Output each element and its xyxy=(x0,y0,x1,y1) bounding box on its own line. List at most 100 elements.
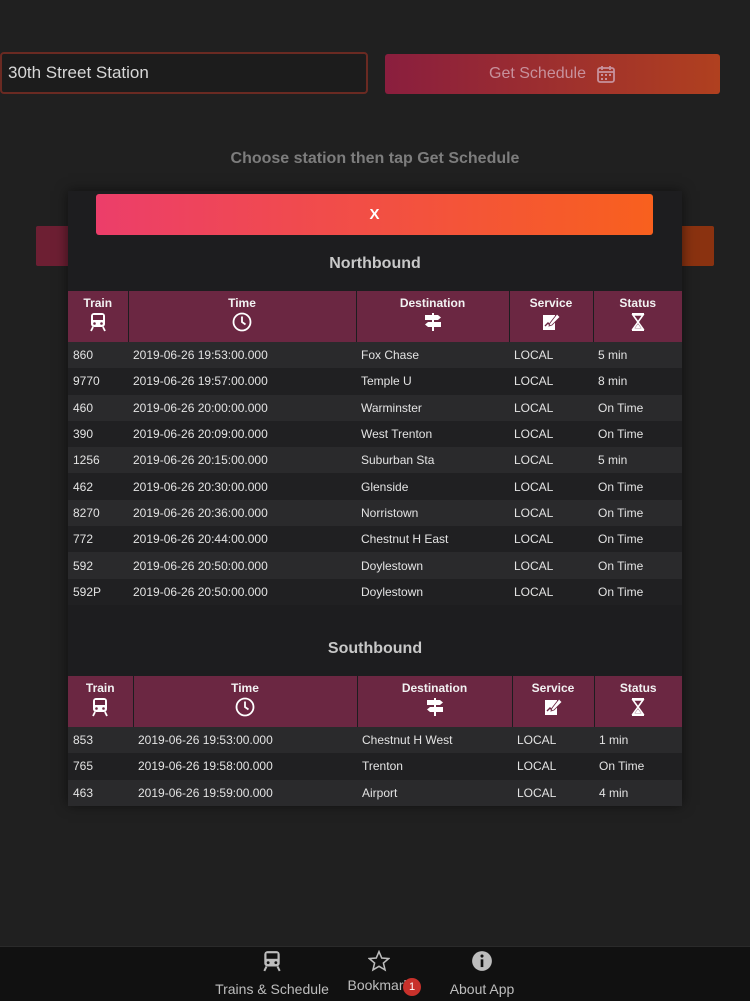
train-number-cell: 463 xyxy=(68,779,133,806)
header-time: Time xyxy=(127,291,356,342)
northbound-title: Northbound xyxy=(329,255,421,272)
train-number-cell: 765 xyxy=(68,753,133,780)
train-number-cell: 460 xyxy=(68,394,128,421)
departure-time-cell: 2019-06-26 20:15:00.000 xyxy=(128,447,356,474)
service-cell: LOCAL xyxy=(509,552,593,579)
destination-cell: Trenton xyxy=(357,753,512,780)
status-cell: 5 min xyxy=(593,447,682,474)
departure-time-cell: 2019-06-26 20:09:00.000 xyxy=(128,420,356,448)
tab-trains-schedule[interactable]: Trains & Schedule xyxy=(212,947,332,1001)
departure-time-cell: 2019-06-26 20:50:00.000 xyxy=(128,578,356,605)
train-number-cell: 853 xyxy=(68,727,133,754)
header-train: Train xyxy=(68,291,128,342)
table-row: 462 2019-06-26 20:30:00.000 Glenside LOCAL O… xyxy=(68,473,682,500)
signpost-icon xyxy=(424,313,441,331)
service-cell: LOCAL xyxy=(509,342,593,369)
header-destination: Destination xyxy=(355,291,509,342)
departure-time-cell: 2019-06-26 20:36:00.000 xyxy=(128,499,356,527)
get-schedule-label: Get Schedule xyxy=(489,65,586,82)
tab-label: Bookmark xyxy=(347,977,411,993)
header-time: Time xyxy=(132,676,357,727)
status-cell: On Time xyxy=(593,499,682,527)
service-cell: LOCAL xyxy=(509,499,593,527)
train-number-cell: 8270 xyxy=(68,499,128,527)
instruction-text: Choose station then tap Get Schedule xyxy=(230,150,520,167)
status-cell: 5 min xyxy=(593,342,682,369)
destination-cell: Temple U xyxy=(356,368,509,395)
departure-time-cell: 2019-06-26 19:57:00.000 xyxy=(128,368,356,395)
status-cell: On Time xyxy=(593,473,682,500)
departure-time-cell: 2019-06-26 20:50:00.000 xyxy=(128,552,356,579)
status-cell: 1 min xyxy=(594,727,682,754)
table-row: 9770 2019-06-26 19:57:00.000 Temple U LOCAL… xyxy=(68,368,682,395)
signpost-icon xyxy=(426,698,443,716)
train-icon xyxy=(89,313,106,332)
destination-cell: West Trenton xyxy=(356,420,509,448)
table-row: 772 2019-06-26 20:44:00.000 Chestnut H Eas… xyxy=(68,526,682,553)
service-cell: LOCAL xyxy=(512,779,594,806)
status-cell: On Time xyxy=(594,753,682,780)
destination-cell: Glenside xyxy=(356,473,509,500)
edit-document-icon xyxy=(545,698,563,715)
tab-label: Trains & Schedule xyxy=(215,981,329,997)
get-schedule-button[interactable]: Get Schedule xyxy=(385,54,720,94)
tab-bookmark[interactable]: Bookmark 1 xyxy=(336,947,422,1001)
background-button-right xyxy=(680,226,714,266)
service-cell: LOCAL xyxy=(509,420,593,448)
clock-icon xyxy=(232,312,252,332)
train-number-cell: 462 xyxy=(68,473,128,500)
close-button[interactable]: X xyxy=(96,194,653,235)
header-train: Train xyxy=(68,676,133,727)
star-icon xyxy=(368,950,390,972)
service-cell: LOCAL xyxy=(509,578,593,605)
schedule-modal: X Northbound Train Time Destination Serv… xyxy=(68,191,682,806)
table-row: 8270 2019-06-26 20:36:00.000 Norristown LOC… xyxy=(68,499,682,527)
destination-cell: Norristown xyxy=(356,499,509,527)
service-cell: LOCAL xyxy=(509,368,593,395)
table-row: 853 2019-06-26 19:53:00.000 Chestnut H Wes… xyxy=(68,727,682,754)
status-cell: 8 min xyxy=(593,368,682,395)
bottom-tab-bar: Trains & Schedule Bookmark 1 About App xyxy=(0,946,750,1001)
hourglass-icon xyxy=(631,698,645,716)
departure-time-cell: 2019-06-26 20:00:00.000 xyxy=(128,394,356,421)
destination-cell: Doylestown xyxy=(356,552,509,579)
table-row: 592 2019-06-26 20:50:00.000 Doylestown LOCA… xyxy=(68,552,682,579)
departure-time-cell: 2019-06-26 19:58:00.000 xyxy=(133,753,357,780)
destination-cell: Chestnut H West xyxy=(357,727,512,754)
hourglass-icon xyxy=(631,313,645,331)
destination-cell: Chestnut H East xyxy=(356,526,509,553)
calendar-icon xyxy=(597,66,615,83)
departure-time-cell: 2019-06-26 19:59:00.000 xyxy=(133,779,357,806)
info-icon xyxy=(472,951,492,971)
service-cell: LOCAL xyxy=(509,394,593,421)
tab-about-app[interactable]: About App xyxy=(440,947,524,1001)
status-cell: On Time xyxy=(593,420,682,448)
bookmark-count-badge: 1 xyxy=(403,978,421,996)
table-row: 460 2019-06-26 20:00:00.000 Warminster LOCA… xyxy=(68,394,682,421)
table-row: 390 2019-06-26 20:09:00.000 West Trenton LO… xyxy=(68,420,682,448)
train-number-cell: 390 xyxy=(68,420,128,448)
southbound-title: Southbound xyxy=(327,640,423,657)
northbound-table: Train Time Destination Service Status 86… xyxy=(68,291,682,605)
destination-cell: Fox Chase xyxy=(356,342,509,369)
table-row: 860 2019-06-26 19:53:00.000 Fox Chase LOCAL… xyxy=(68,342,682,369)
destination-cell: Warminster xyxy=(356,394,509,421)
table-row: 463 2019-06-26 19:59:00.000 Airport LOCAL 4 … xyxy=(68,779,682,806)
status-cell: On Time xyxy=(593,578,682,605)
status-cell: On Time xyxy=(593,526,682,553)
service-cell: LOCAL xyxy=(509,447,593,474)
header-service: Service xyxy=(511,676,594,727)
train-number-cell: 592P xyxy=(68,578,128,605)
header-destination: Destination xyxy=(356,676,512,727)
service-cell: LOCAL xyxy=(509,526,593,553)
service-cell: LOCAL xyxy=(512,753,594,780)
train-number-cell: 772 xyxy=(68,526,128,553)
header-service: Service xyxy=(508,291,593,342)
departure-time-cell: 2019-06-26 20:30:00.000 xyxy=(128,473,356,500)
train-number-cell: 1256 xyxy=(68,447,128,474)
station-input[interactable] xyxy=(0,52,368,94)
train-number-cell: 592 xyxy=(68,552,128,579)
train-icon xyxy=(92,698,109,717)
status-cell: On Time xyxy=(593,394,682,421)
destination-cell: Airport xyxy=(357,779,512,806)
